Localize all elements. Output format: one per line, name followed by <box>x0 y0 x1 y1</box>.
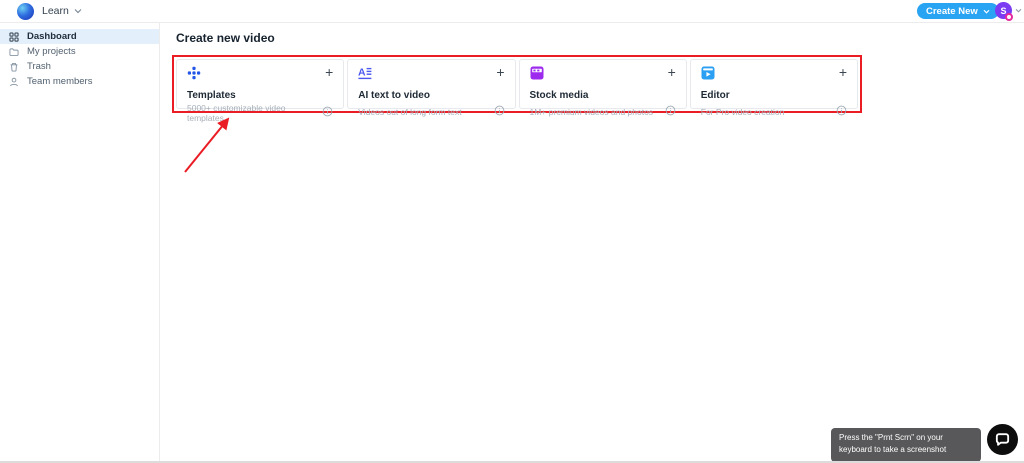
notification-badge <box>1005 13 1013 21</box>
app-logo-icon[interactable] <box>17 3 34 20</box>
chevron-down-icon <box>983 9 990 14</box>
card-templates[interactable]: + Templates 5000+ customizable video tem… <box>176 59 344 109</box>
svg-text:A: A <box>358 67 366 79</box>
info-icon[interactable] <box>322 104 333 122</box>
card-ai-text-to-video[interactable]: A + AI text to video Videos out of long … <box>347 59 515 109</box>
learn-menu[interactable]: Learn <box>42 5 82 17</box>
editor-icon <box>701 66 715 85</box>
add-ai-text-button[interactable]: + <box>496 66 504 78</box>
card-subtitle: For Pro video creation <box>701 107 785 117</box>
top-bar: Learn Create New S <box>0 0 1024 23</box>
card-subtitle: 5000+ customizable video templates <box>187 103 322 123</box>
chevron-down-icon <box>74 8 82 14</box>
annotation-red-rectangle: + Templates 5000+ customizable video tem… <box>172 55 862 113</box>
card-subtitle: Videos out of long form text <box>358 107 461 117</box>
card-title: Editor <box>701 90 847 101</box>
ai-text-icon: A <box>358 66 372 85</box>
card-subtitle: 1M+ premium videos and photos <box>530 107 654 117</box>
add-templates-button[interactable]: + <box>325 66 333 78</box>
account-menu[interactable]: S <box>995 2 1021 21</box>
sidebar-item-dashboard[interactable]: Dashboard <box>0 29 159 44</box>
screenshot-tooltip: Press the "Prnt Scrn" on your keyboard t… <box>831 428 981 462</box>
sidebar-item-my-projects[interactable]: My projects <box>0 44 159 59</box>
sidebar-item-label: Team members <box>27 76 92 87</box>
chat-bubble-icon <box>994 431 1011 448</box>
card-title: Stock media <box>530 90 676 101</box>
folder-icon <box>9 47 19 57</box>
card-stock-media[interactable]: + Stock media 1M+ premium videos and pho… <box>519 59 687 109</box>
info-icon[interactable] <box>665 103 676 121</box>
sidebar-item-label: My projects <box>27 46 76 57</box>
learn-label: Learn <box>42 5 69 17</box>
templates-icon <box>187 66 201 85</box>
stock-media-icon <box>530 66 544 85</box>
add-stock-media-button[interactable]: + <box>668 66 676 78</box>
sidebar-item-trash[interactable]: Trash <box>0 59 159 74</box>
card-editor[interactable]: + Editor For Pro video creation <box>690 59 858 109</box>
person-icon <box>9 77 19 87</box>
trash-icon <box>9 62 19 72</box>
info-icon[interactable] <box>836 103 847 121</box>
add-editor-button[interactable]: + <box>839 66 847 78</box>
create-new-button[interactable]: Create New <box>917 3 999 19</box>
page-title: Create new video <box>176 31 275 45</box>
chat-launcher-button[interactable] <box>987 424 1018 455</box>
sidebar-item-team-members[interactable]: Team members <box>0 74 159 89</box>
sidebar-item-label: Trash <box>27 61 51 72</box>
app-window: Learn Create New S <box>0 0 1024 463</box>
grid-icon <box>9 32 19 42</box>
info-icon[interactable] <box>494 103 505 121</box>
sidebar: Dashboard My projects Trash <box>0 23 160 461</box>
create-new-label: Create New <box>926 6 978 17</box>
sidebar-item-label: Dashboard <box>27 31 77 42</box>
card-title: Templates <box>187 90 333 101</box>
chevron-down-icon <box>1015 8 1022 13</box>
card-title: AI text to video <box>358 90 504 101</box>
